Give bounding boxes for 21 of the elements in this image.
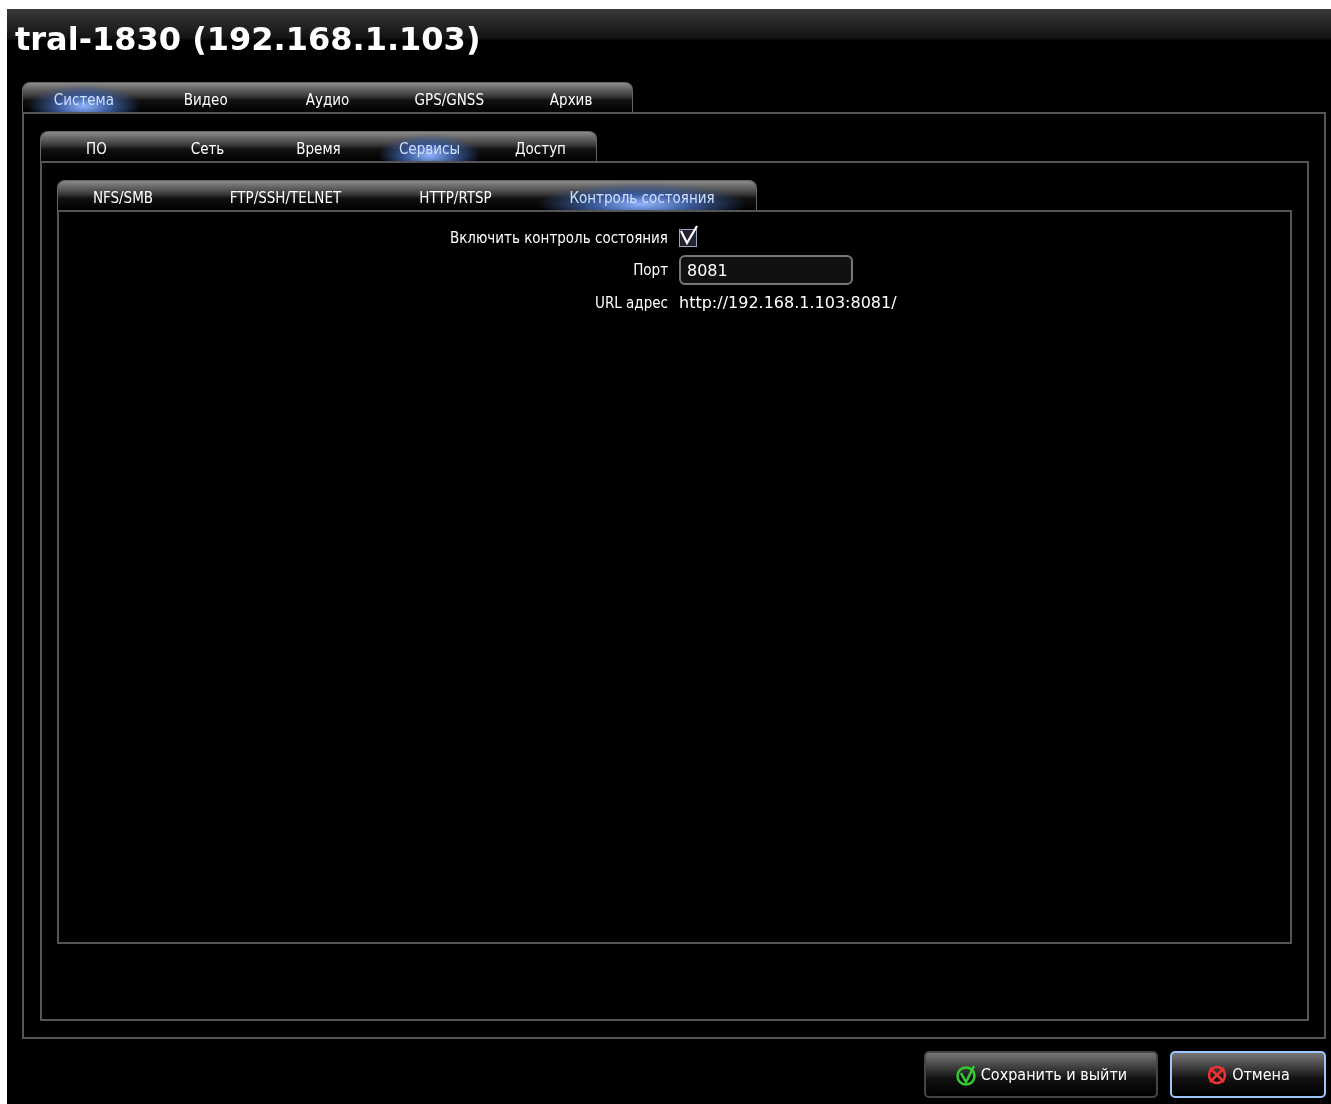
field-label: URL адрес <box>594 293 668 312</box>
cancel-icon <box>1206 1063 1229 1086</box>
tab[interactable]: HTTP/RTSP <box>383 181 528 210</box>
field-label: Порт <box>632 261 668 279</box>
tab[interactable]: GPS/GNSS <box>388 83 511 112</box>
tab[interactable]: Доступ <box>485 132 596 161</box>
tab[interactable]: NFS/SMB <box>58 181 188 210</box>
tab[interactable]: ПО <box>41 132 152 161</box>
cancel-button[interactable]: Отмена <box>1170 1051 1326 1098</box>
window-title: tral-1830 (192.168.1.103) <box>15 20 481 58</box>
tab[interactable]: Время <box>263 132 374 161</box>
port-field[interactable]: 8081 <box>679 255 853 285</box>
save-button[interactable]: Сохранить и выйти <box>924 1051 1158 1098</box>
tab[interactable]: FTP/SSH/TELNET <box>188 181 383 210</box>
tab[interactable]: Архив <box>510 83 632 112</box>
tab[interactable]: Сеть <box>152 132 263 161</box>
url-text: http://192.168.1.103:8081/ <box>679 293 897 312</box>
tab[interactable]: Видео <box>144 83 267 112</box>
tab[interactable]: Аудио <box>266 83 389 112</box>
field-label: Включить контроль состояния <box>448 229 668 247</box>
check-circle-icon <box>954 1063 977 1086</box>
